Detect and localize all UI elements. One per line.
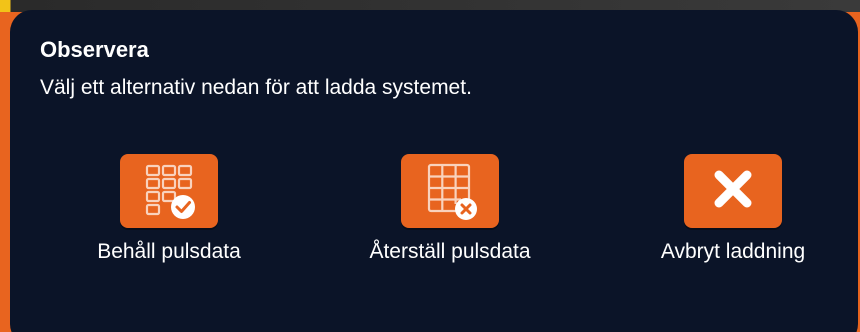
dialog-title: Observera	[40, 37, 149, 62]
alert-dialog: Observera Välj ett alternativ nedan för …	[10, 10, 858, 332]
keep-pulse-data-label: Behåll pulsdata	[97, 240, 241, 263]
close-icon	[714, 170, 752, 208]
cancel-loading-label: Avbryt laddning	[660, 240, 806, 263]
keep-pulse-data-button[interactable]: Behåll pulsdata	[59, 154, 279, 284]
dialog-frame: Observera Välj ett alternativ nedan för …	[0, 0, 860, 332]
cancel-loading-icon-button[interactable]	[684, 154, 782, 228]
reset-pulse-data-icon-button[interactable]	[401, 154, 499, 228]
reset-pulse-data-label: Återställ pulsdata	[369, 240, 531, 263]
cancel-loading-button[interactable]: Avbryt laddning	[623, 154, 843, 284]
grid-check-icon	[145, 164, 195, 219]
keep-pulse-data-icon-button[interactable]	[120, 154, 218, 228]
grid-x-icon	[427, 163, 477, 220]
dialog-message: Välj ett alternativ nedan för att ladda …	[40, 76, 472, 99]
reset-pulse-data-button[interactable]: Återställ pulsdata	[340, 154, 560, 284]
